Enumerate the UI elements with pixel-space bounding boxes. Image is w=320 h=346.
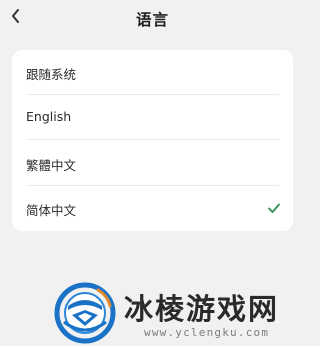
checkmark-icon (268, 203, 280, 213)
language-label: 跟随系统 (26, 67, 77, 82)
watermark-logo-icon (54, 282, 116, 344)
language-label: 简体中文 (26, 203, 77, 218)
language-option-english[interactable]: English (12, 95, 293, 140)
language-option-simplified-chinese[interactable]: 简体中文 (12, 186, 293, 231)
language-list: 跟随系统 English 繁體中文 简体中文 (12, 50, 293, 231)
watermark-text: 冰棱游戏网 (124, 292, 280, 326)
language-option-follow-system[interactable]: 跟随系统 (12, 50, 293, 95)
watermark: 冰棱游戏网 www.yclengku.com (52, 280, 305, 346)
language-option-traditional-chinese[interactable]: 繁體中文 (12, 141, 293, 186)
language-label: 繁體中文 (26, 158, 77, 173)
divider (26, 139, 279, 140)
header-bar: 语言 (0, 0, 305, 36)
page-title: 语言 (135, 11, 169, 29)
watermark-url: www.yclengku.com (144, 326, 270, 339)
language-label: English (26, 109, 72, 124)
